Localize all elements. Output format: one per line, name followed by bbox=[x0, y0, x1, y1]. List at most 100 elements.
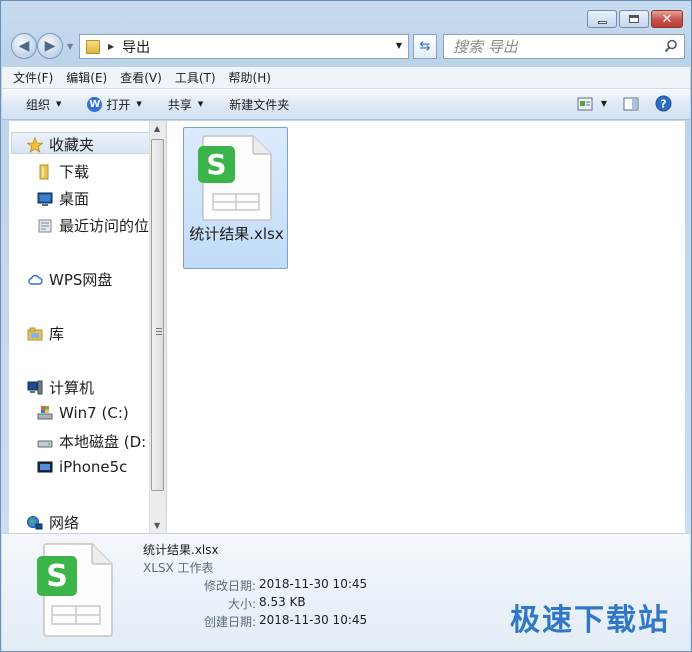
chevron-down-icon: ▼ bbox=[197, 100, 204, 108]
wps-letter: S bbox=[206, 148, 226, 181]
sidebar-item-drive-d[interactable]: 本地磁盘 (D: bbox=[37, 431, 149, 452]
details-pane: S 统计结果.xlsx XLSX 工作表 修改日期: 2018-11-30 10… bbox=[2, 533, 690, 651]
command-bar: 组织 ▼ W 打开 ▼ 共享 ▼ 新建文件夹 ▼ ? bbox=[2, 89, 690, 120]
sidebar-item-label: 收藏夹 bbox=[49, 136, 95, 154]
refresh-icon: ⇆ bbox=[419, 39, 431, 54]
chevron-down-icon: ▼ bbox=[136, 100, 142, 108]
minimize-button[interactable] bbox=[587, 10, 617, 28]
new-folder-button[interactable]: 新建文件夹 bbox=[229, 96, 289, 113]
sidebar-item-network[interactable]: 网络 bbox=[27, 512, 79, 533]
sidebar-item-downloads[interactable]: 下载 bbox=[37, 161, 89, 182]
sidebar-item-label: 桌面 bbox=[59, 190, 90, 208]
sidebar-item-label: 网络 bbox=[49, 514, 80, 532]
new-folder-label: 新建文件夹 bbox=[229, 97, 290, 112]
explorer-window: ✕ ◀ ▶ ▼ ▶ 导出 ▼ ⇆ 文件(F) 编辑(E) 查看(V) 工具(T)… bbox=[0, 0, 692, 652]
size-value: 8.53 KB bbox=[259, 595, 306, 609]
sidebar-item-libraries[interactable]: 库 bbox=[27, 323, 64, 344]
address-dropdown-icon[interactable]: ▼ bbox=[396, 41, 402, 50]
menu-file[interactable]: 文件(F) bbox=[13, 69, 53, 86]
sidebar-item-label: WPS网盘 bbox=[49, 271, 113, 289]
sidebar-item-label: Win7 (C:) bbox=[59, 404, 129, 422]
open-label: 打开 bbox=[106, 97, 131, 112]
size-label: 大小: bbox=[227, 597, 256, 611]
sidebar-item-label: 本地磁盘 (D: bbox=[59, 433, 147, 451]
refresh-button[interactable]: ⇆ bbox=[413, 34, 437, 59]
desktop-icon bbox=[37, 192, 53, 206]
open-button[interactable]: W 打开 ▼ bbox=[87, 96, 142, 113]
maximize-button[interactable] bbox=[619, 10, 649, 28]
recent-pages-dropdown[interactable]: ▼ bbox=[67, 42, 73, 51]
organize-button[interactable]: 组织 ▼ bbox=[26, 96, 61, 113]
share-label: 共享 bbox=[167, 97, 192, 112]
sidebar-item-label: iPhone5c bbox=[59, 458, 128, 476]
created-value: 2018-11-30 10:45 bbox=[259, 613, 368, 627]
svg-text:?: ? bbox=[660, 98, 666, 111]
system-drive-icon bbox=[37, 406, 53, 420]
view-controls: ▼ ? bbox=[577, 95, 672, 112]
navigation-scrollbar[interactable]: ▲ ▼ bbox=[149, 121, 165, 533]
view-dropdown-icon[interactable]: ▼ bbox=[601, 99, 607, 108]
sidebar-item-computer[interactable]: 计算机 bbox=[27, 377, 94, 398]
navigation-bar: ◀ ▶ ▼ ▶ 导出 ▼ ⇆ bbox=[9, 33, 685, 61]
sidebar-item-desktop[interactable]: 桌面 bbox=[37, 188, 89, 209]
wps-spreadsheet-large-icon: S bbox=[37, 543, 113, 637]
preview-pane-icon[interactable] bbox=[623, 97, 639, 111]
scroll-up-icon[interactable]: ▲ bbox=[154, 124, 160, 133]
forward-button[interactable]: ▶ bbox=[37, 33, 63, 59]
device-icon bbox=[37, 461, 53, 473]
star-icon bbox=[27, 136, 43, 153]
search-icon[interactable] bbox=[664, 39, 678, 53]
breadcrumb-arrow-icon[interactable]: ▶ bbox=[108, 42, 114, 51]
navigation-pane: 收藏夹 下载 桌面 最近访问的位 WPS网盘 库 计算机 Win7 (C:) 本… bbox=[9, 121, 166, 533]
details-file-name: 统计结果.xlsx bbox=[143, 543, 219, 557]
sidebar-item-recent-places[interactable]: 最近访问的位 bbox=[37, 215, 149, 236]
network-icon bbox=[27, 515, 43, 529]
help-icon[interactable]: ? bbox=[655, 95, 672, 112]
computer-icon bbox=[27, 380, 43, 394]
back-arrow-icon: ◀ bbox=[18, 38, 30, 54]
sidebar-item-label: 最近访问的位 bbox=[59, 217, 149, 235]
back-button[interactable]: ◀ bbox=[11, 33, 37, 59]
created-label: 创建日期: bbox=[203, 615, 256, 629]
address-path[interactable]: 导出 bbox=[122, 37, 150, 57]
maximize-icon bbox=[629, 15, 639, 23]
downloads-folder-icon bbox=[39, 164, 49, 179]
menu-edit[interactable]: 编辑(E) bbox=[66, 69, 107, 86]
menu-tools[interactable]: 工具(T) bbox=[175, 69, 216, 86]
sidebar-item-label: 计算机 bbox=[49, 379, 95, 397]
chevron-down-icon: ▼ bbox=[56, 100, 62, 108]
sidebar-item-favorites[interactable]: 收藏夹 bbox=[27, 134, 94, 155]
sidebar-item-label: 下载 bbox=[59, 163, 90, 181]
hard-drive-icon bbox=[37, 440, 53, 447]
sidebar-item-drive-c[interactable]: Win7 (C:) bbox=[37, 404, 129, 422]
close-icon: ✕ bbox=[661, 11, 673, 27]
scrollbar-thumb[interactable] bbox=[151, 139, 164, 491]
address-bar[interactable]: ▶ 导出 ▼ bbox=[79, 34, 409, 59]
cloud-icon bbox=[28, 274, 43, 285]
window-controls: ✕ bbox=[585, 10, 683, 28]
sidebar-item-iphone[interactable]: iPhone5c bbox=[37, 458, 127, 476]
forward-arrow-icon: ▶ bbox=[44, 38, 56, 54]
search-input[interactable] bbox=[444, 37, 654, 56]
watermark-logo: 极速下载站 bbox=[510, 603, 670, 638]
scroll-down-icon[interactable]: ▼ bbox=[154, 521, 160, 530]
file-item[interactable]: S 统计结果.xlsx bbox=[183, 127, 288, 269]
file-list-pane[interactable]: S 统计结果.xlsx bbox=[167, 121, 685, 533]
menu-view[interactable]: 查看(V) bbox=[120, 69, 162, 86]
organize-label: 组织 bbox=[26, 97, 51, 112]
modified-value: 2018-11-30 10:45 bbox=[259, 577, 368, 591]
close-button[interactable]: ✕ bbox=[651, 10, 683, 28]
folder-icon bbox=[86, 39, 100, 54]
grip-icon bbox=[156, 328, 162, 335]
library-icon bbox=[27, 327, 43, 340]
wps-letter: S bbox=[46, 559, 68, 594]
file-name[interactable]: 统计结果.xlsx bbox=[184, 224, 289, 244]
change-view-icon[interactable] bbox=[577, 97, 593, 111]
menu-help[interactable]: 帮助(H) bbox=[229, 69, 271, 86]
wps-logo-icon: W bbox=[87, 96, 103, 112]
sidebar-item-label: 库 bbox=[49, 325, 65, 343]
sidebar-item-wps-cloud[interactable]: WPS网盘 bbox=[27, 269, 112, 290]
share-button[interactable]: 共享 ▼ bbox=[168, 96, 203, 113]
menu-bar: 文件(F) 编辑(E) 查看(V) 工具(T) 帮助(H) bbox=[2, 67, 690, 89]
search-box[interactable] bbox=[443, 34, 685, 59]
